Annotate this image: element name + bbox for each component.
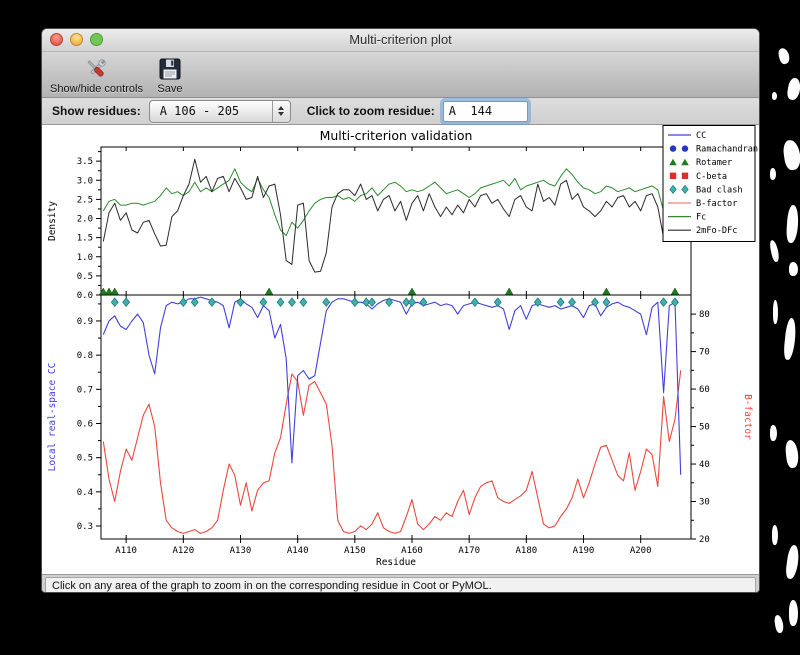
toolbar: Show/hide controls Save bbox=[42, 52, 759, 97]
svg-text:1.5: 1.5 bbox=[77, 234, 93, 244]
plot-area[interactable]: Multi-criterion validation A110 A120 A130 A1… bbox=[42, 125, 759, 574]
svg-text:3.5: 3.5 bbox=[77, 157, 93, 167]
svg-text:0.3: 0.3 bbox=[77, 522, 93, 532]
density-ticks: 0.0 0.5 1.0 1.5 2.0 2.5 3.0 3.5 bbox=[77, 151, 101, 301]
photo-artifact bbox=[786, 77, 800, 101]
status-bar: Click on any area of the graph to zoom i… bbox=[42, 574, 759, 592]
svg-text:2mFo-DFc: 2mFo-DFc bbox=[696, 226, 737, 236]
svg-text:CC: CC bbox=[696, 131, 706, 141]
zoom-button[interactable] bbox=[90, 33, 103, 46]
svg-text:0.0: 0.0 bbox=[77, 291, 93, 301]
svg-text:50: 50 bbox=[699, 423, 710, 433]
photo-artifact bbox=[773, 300, 778, 324]
controls-bar: Show residues: A 106 - 205 Click to zoom… bbox=[42, 97, 759, 125]
cc-ticks: 0.3 0.4 0.5 0.6 0.7 0.8 0.9 bbox=[77, 303, 101, 532]
svg-text:60: 60 bbox=[699, 385, 710, 395]
show-residues-label: Show residues: bbox=[52, 104, 141, 118]
photo-artifact bbox=[782, 317, 798, 361]
zoom-residue-input[interactable] bbox=[442, 100, 528, 122]
svg-text:0.9: 0.9 bbox=[77, 317, 93, 327]
svg-text:A200: A200 bbox=[630, 546, 652, 556]
desktop-background: Multi-criterion plot Show/hide controls bbox=[0, 0, 800, 655]
svg-text:Ramachandran: Ramachandran bbox=[696, 145, 758, 155]
photo-artifact bbox=[784, 544, 800, 580]
svg-text:Multi-criterion validation: Multi-criterion validation bbox=[320, 128, 473, 143]
svg-text:A140: A140 bbox=[287, 546, 309, 556]
rotamer-markers bbox=[99, 287, 680, 295]
svg-text:A160: A160 bbox=[401, 546, 423, 556]
twofo-dfc-line bbox=[102, 158, 682, 273]
bad-clash-markers bbox=[110, 297, 679, 308]
svg-text:B-factor: B-factor bbox=[696, 199, 737, 209]
svg-text:A190: A190 bbox=[573, 546, 595, 556]
svg-text:1.0: 1.0 bbox=[77, 253, 93, 263]
svg-text:0.7: 0.7 bbox=[77, 385, 93, 395]
svg-text:80: 80 bbox=[699, 310, 710, 320]
svg-text:A170: A170 bbox=[458, 546, 480, 556]
svg-text:Residue: Residue bbox=[376, 557, 416, 568]
axes-frames bbox=[100, 146, 692, 540]
svg-text:Fc: Fc bbox=[696, 213, 706, 223]
svg-text:0.8: 0.8 bbox=[77, 351, 93, 361]
svg-text:0.6: 0.6 bbox=[77, 419, 93, 429]
save-label: Save bbox=[157, 83, 183, 95]
show-residues-select[interactable]: A 106 - 205 bbox=[148, 99, 291, 123]
svg-text:A120: A120 bbox=[172, 546, 194, 556]
photo-artifact bbox=[781, 139, 800, 171]
x-ticks bbox=[125, 147, 642, 543]
svg-text:0.5: 0.5 bbox=[77, 454, 93, 464]
legend: CC Ramachandran Rotamer C-beta Bad clash B-fa… bbox=[662, 125, 758, 242]
svg-text:A130: A130 bbox=[230, 546, 252, 556]
photo-artifact bbox=[785, 204, 800, 244]
floppy-disk-icon bbox=[159, 58, 181, 80]
svg-text:A150: A150 bbox=[344, 546, 366, 556]
photo-artifact bbox=[777, 46, 791, 66]
svg-text:40: 40 bbox=[699, 460, 710, 470]
photo-artifact bbox=[773, 614, 785, 634]
multi-criterion-plot-window: Multi-criterion plot Show/hide controls bbox=[41, 28, 760, 593]
svg-text:B-factor: B-factor bbox=[742, 394, 753, 440]
status-text: Click on any area of the graph to zoom i… bbox=[45, 577, 756, 592]
photo-artifact bbox=[772, 525, 778, 545]
close-button[interactable] bbox=[50, 33, 63, 46]
svg-text:Bad clash: Bad clash bbox=[696, 185, 743, 195]
svg-text:A180: A180 bbox=[516, 546, 538, 556]
svg-text:A110: A110 bbox=[115, 546, 137, 556]
save-button[interactable]: Save bbox=[157, 56, 183, 95]
cc-line bbox=[102, 296, 682, 475]
svg-text:0.5: 0.5 bbox=[77, 272, 93, 282]
svg-text:Density: Density bbox=[47, 201, 58, 241]
photo-artifact bbox=[770, 168, 776, 180]
photo-artifact bbox=[772, 92, 777, 100]
show-hide-controls-label: Show/hide controls bbox=[50, 83, 143, 95]
svg-text:2.0: 2.0 bbox=[77, 215, 93, 225]
x-tick-labels: A110 A120 A130 A140 A150 A160 A170 A180 A190 A200… bbox=[115, 546, 651, 568]
svg-text:Rotamer: Rotamer bbox=[696, 158, 732, 168]
svg-text:20: 20 bbox=[699, 535, 710, 545]
show-hide-controls-button[interactable]: Show/hide controls bbox=[50, 56, 143, 95]
b-factor-line bbox=[102, 370, 682, 534]
svg-text:3.0: 3.0 bbox=[77, 176, 93, 186]
show-residues-value: A 106 - 205 bbox=[159, 103, 240, 118]
photo-artifact bbox=[789, 262, 798, 276]
svg-text:0.4: 0.4 bbox=[77, 488, 93, 498]
stepper-arrows-icon bbox=[271, 100, 290, 122]
traffic-lights bbox=[50, 33, 103, 46]
svg-text:30: 30 bbox=[699, 498, 710, 508]
svg-text:Local real-space CC: Local real-space CC bbox=[47, 363, 58, 472]
window-title: Multi-criterion plot bbox=[349, 32, 452, 47]
zoom-residue-label: Click to zoom residue: bbox=[306, 104, 435, 118]
photo-artifact bbox=[784, 439, 800, 469]
multi-criterion-figure: Multi-criterion validationA110 A120 A130 A1… bbox=[47, 125, 758, 568]
minimize-button[interactable] bbox=[70, 33, 83, 46]
tools-icon bbox=[87, 59, 107, 77]
svg-text:70: 70 bbox=[699, 348, 710, 358]
photo-artifact bbox=[770, 425, 777, 441]
bfactor-ticks: 20 30 40 50 60 70 80 bbox=[691, 310, 710, 545]
photo-artifact bbox=[789, 600, 798, 626]
svg-text:2.5: 2.5 bbox=[77, 195, 93, 205]
titlebar[interactable]: Multi-criterion plot bbox=[42, 29, 759, 52]
svg-text:C-beta: C-beta bbox=[696, 172, 727, 182]
photo-artifact bbox=[768, 239, 781, 263]
